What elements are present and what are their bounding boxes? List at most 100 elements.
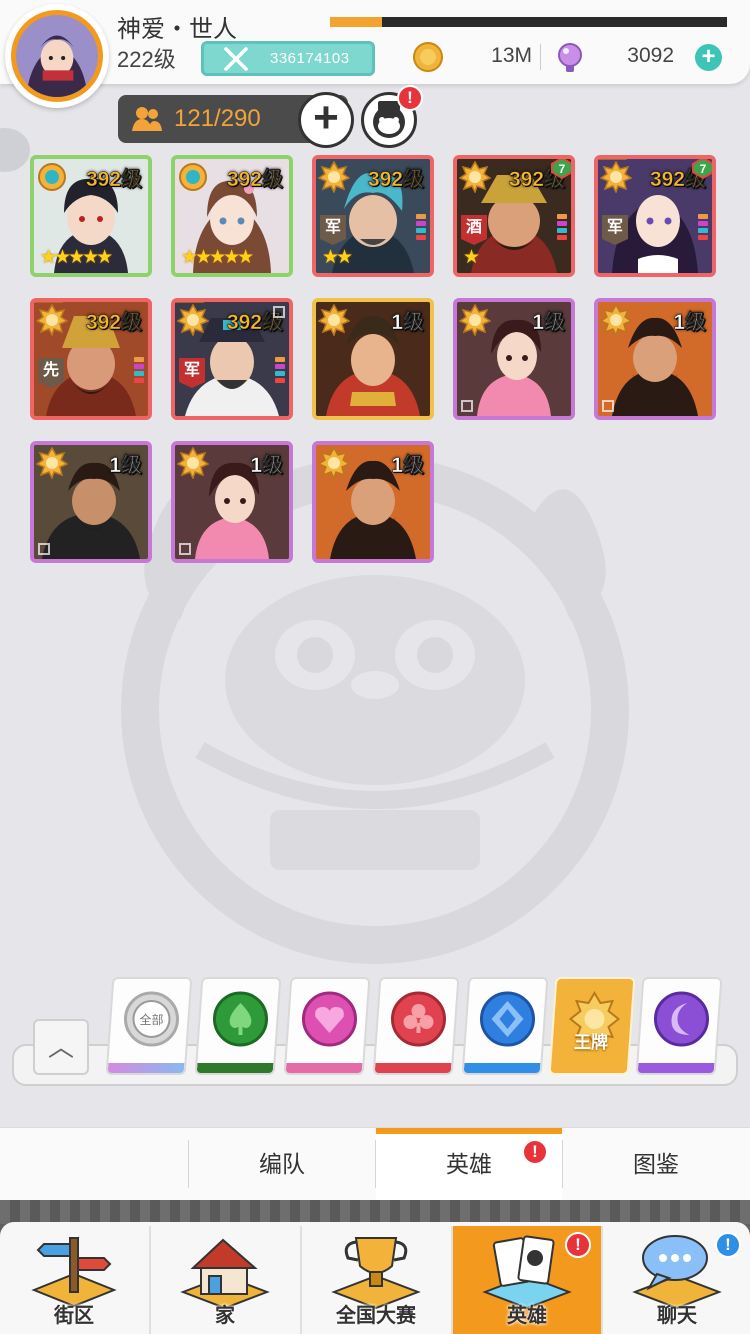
nav-border-pattern bbox=[0, 1200, 750, 1224]
filter-strip bbox=[285, 1063, 363, 1073]
svg-text:7: 7 bbox=[559, 162, 566, 176]
active-tab-indicator bbox=[376, 1128, 562, 1134]
experience-bar bbox=[330, 17, 727, 27]
filter-diamond[interactable] bbox=[461, 977, 549, 1075]
all-filter-text: 全部 bbox=[139, 1012, 163, 1027]
hero-card[interactable]: 1级 bbox=[312, 298, 434, 420]
rank-badge-icon: 7 bbox=[551, 159, 571, 179]
hero-card[interactable]: 1级 bbox=[594, 298, 716, 420]
nav-home[interactable]: 家 bbox=[151, 1226, 299, 1334]
player-level: 222级 bbox=[117, 47, 176, 72]
hero-stars: ★★ bbox=[322, 247, 353, 268]
nav-chat-badge: ! bbox=[715, 1232, 741, 1258]
filter-strip bbox=[107, 1063, 185, 1073]
hero-faction-tag: 军 bbox=[602, 215, 628, 245]
hero-card[interactable]: 392级 ★★★★★ bbox=[171, 155, 293, 277]
hero-level: 392级 bbox=[85, 311, 143, 335]
filter-strip bbox=[463, 1063, 541, 1073]
nav-tournament[interactable]: 全国大赛 bbox=[302, 1226, 450, 1334]
expand-slots-button[interactable]: + bbox=[298, 92, 354, 148]
hero-stars: ★ bbox=[463, 247, 480, 268]
heart-icon bbox=[301, 991, 357, 1047]
coin-amount: 13M bbox=[491, 44, 532, 67]
hero-stars: ★★★★★ bbox=[40, 247, 113, 268]
filter-strip bbox=[637, 1063, 715, 1073]
crystal-potion-icon bbox=[558, 43, 582, 72]
tab-heroes-label: 英雄 bbox=[446, 1151, 492, 1177]
hero-corner-mark bbox=[602, 400, 614, 412]
hero-level: 392级 bbox=[367, 168, 425, 192]
hero-card[interactable]: 1级 bbox=[171, 441, 293, 563]
filter-all[interactable]: 全部 bbox=[105, 977, 193, 1075]
filter-heart[interactable] bbox=[283, 977, 371, 1075]
tab-codex[interactable]: 图鉴 bbox=[563, 1128, 749, 1201]
hero-level: 1级 bbox=[532, 311, 565, 335]
hero-count: 121/290 bbox=[174, 105, 261, 132]
hero-card[interactable]: 1级 bbox=[453, 298, 575, 420]
hero-level: 392级 bbox=[85, 168, 143, 192]
hero-card[interactable]: 军 392级 ★★ bbox=[312, 155, 434, 277]
sun-emblem-icon bbox=[459, 161, 491, 193]
all-filter-icon: 全部 bbox=[123, 991, 179, 1047]
hero-card[interactable]: 先 392级 bbox=[30, 298, 152, 420]
hero-corner-mark bbox=[273, 306, 285, 318]
sun-emblem-icon bbox=[179, 163, 207, 191]
hero-card[interactable]: 392级 ★★★★★ bbox=[30, 155, 152, 277]
sub-tab-bar: 编队 英雄 图鉴 bbox=[0, 1127, 750, 1201]
nav-chat-label: 聊天 bbox=[657, 1305, 697, 1327]
heroes-tab-badge: ! bbox=[522, 1139, 548, 1165]
people-icon bbox=[132, 107, 162, 131]
crossed-swords-icon bbox=[220, 44, 252, 73]
tab-formation[interactable]: 编队 bbox=[189, 1128, 375, 1201]
hero-stars: ★★★★★ bbox=[181, 247, 254, 268]
sun-emblem-icon bbox=[36, 447, 68, 479]
coin-icon bbox=[413, 42, 443, 72]
hero-faction-tag: 军 bbox=[320, 215, 346, 245]
hero-faction-tag: 先 bbox=[38, 358, 64, 388]
filter-ace-active[interactable]: 王牌 bbox=[548, 977, 636, 1075]
hero-card[interactable]: 酒 392级 7 ★ bbox=[453, 155, 575, 277]
nav-heroes-badge: ! bbox=[565, 1232, 591, 1258]
hero-card[interactable]: 军 392级 bbox=[171, 298, 293, 420]
hero-card[interactable]: 1级 bbox=[312, 441, 434, 563]
sun-emblem-icon bbox=[177, 304, 209, 336]
sun-emblem-icon bbox=[600, 304, 632, 336]
sun-emblem-icon bbox=[318, 447, 350, 479]
collapse-filter-button[interactable]: ︿ bbox=[33, 1019, 89, 1075]
hero-corner-mark bbox=[38, 543, 50, 555]
side-drawer-tab[interactable] bbox=[0, 128, 30, 172]
hero-stat-bars bbox=[134, 357, 144, 385]
sun-emblem-icon bbox=[38, 163, 66, 191]
player-id-badge[interactable]: 336174103 bbox=[201, 41, 375, 76]
currency-divider bbox=[540, 44, 541, 70]
experience-bar-fill bbox=[330, 17, 382, 27]
hero-level: 1级 bbox=[673, 311, 706, 335]
tab-formation-label: 编队 bbox=[259, 1151, 305, 1177]
hero-card[interactable]: 1级 bbox=[30, 441, 152, 563]
filter-moon[interactable] bbox=[635, 977, 723, 1075]
hero-level: 1级 bbox=[391, 454, 424, 478]
sun-emblem-icon bbox=[318, 161, 350, 193]
club-icon bbox=[390, 991, 446, 1047]
hero-level: 1级 bbox=[109, 454, 142, 478]
nav-street[interactable]: 街区 bbox=[0, 1226, 148, 1334]
hero-corner-mark bbox=[461, 400, 473, 412]
hero-stat-bars bbox=[698, 214, 708, 242]
hero-stat-bars bbox=[275, 357, 285, 385]
notification-badge: ! bbox=[397, 85, 423, 111]
player-avatar[interactable] bbox=[5, 4, 109, 108]
nav-home-label: 家 bbox=[215, 1305, 235, 1327]
hero-level: 392级 bbox=[226, 168, 284, 192]
player-name: 神爱・世人 bbox=[117, 16, 237, 43]
filter-club[interactable] bbox=[372, 977, 460, 1075]
diamond-icon bbox=[479, 991, 535, 1047]
sun-emblem-icon bbox=[36, 304, 68, 336]
sun-emblem-icon bbox=[459, 304, 491, 336]
gem-amount: 3092 bbox=[627, 44, 674, 67]
hero-faction-tag: 酒 bbox=[461, 215, 487, 245]
filter-spade[interactable] bbox=[194, 977, 282, 1075]
hero-card[interactable]: 军 392级 7 bbox=[594, 155, 716, 277]
buy-gems-button[interactable]: + bbox=[695, 44, 722, 71]
ninja-portrait-icon bbox=[16, 15, 98, 97]
spade-icon bbox=[212, 991, 268, 1047]
